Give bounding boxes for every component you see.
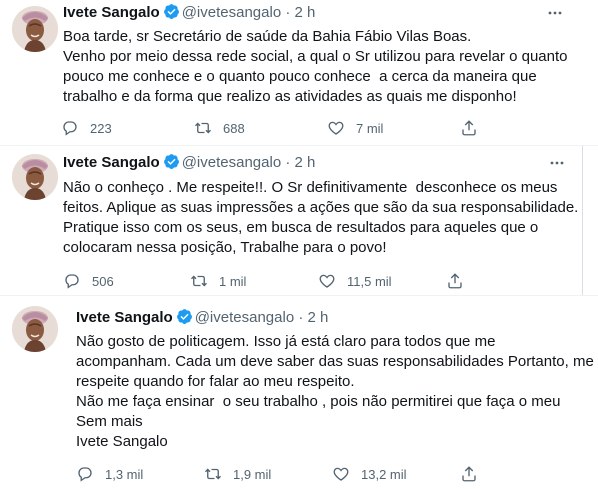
tweet-text-line: acompanham. Cada um deve saber das suas …	[76, 353, 594, 370]
reply-button[interactable]: 1,3 mil	[76, 464, 143, 484]
author-handle[interactable]: @ivetesangalo	[195, 309, 294, 326]
action-bar: 1,3 mil 1,9 mil 13,2 mil	[76, 464, 586, 484]
like-icon	[328, 121, 344, 135]
reply-count: 506	[92, 273, 114, 289]
like-button[interactable]: 7 mil	[327, 118, 383, 138]
reply-count: 1,3 mil	[105, 466, 144, 482]
verified-badge-icon	[163, 4, 179, 19]
avatar-photo	[12, 154, 58, 200]
like-button[interactable]: 11,5 mil	[318, 271, 392, 291]
tweet-text-line: Pratique isso com os seus, em busca de r…	[63, 219, 539, 236]
author-name[interactable]: Ivete Sangalo	[76, 309, 173, 326]
tweet-text-line: Não gosto de politicagem. Isso já está c…	[76, 333, 496, 350]
like-count: 13,2 mil	[361, 466, 407, 482]
share-button[interactable]	[446, 271, 464, 291]
author-name[interactable]: Ivete Sangalo	[63, 4, 160, 21]
tweet-text-line: trabalho e da forma que realizo as ativi…	[63, 88, 517, 105]
tweet-text-line: pouco me conhece e o quanto pouco conhec…	[63, 68, 537, 85]
like-count: 11,5 mil	[347, 273, 392, 289]
avatar[interactable]	[12, 154, 58, 200]
tweet-text-line: Venho por meio dessa rede social, a qual…	[63, 48, 568, 65]
tweet-text: Não gosto de politicagem. Isso já está c…	[76, 332, 594, 452]
author-handle[interactable]: @ivetesangalo	[182, 4, 281, 21]
author-handle[interactable]: @ivetesangalo	[182, 154, 281, 171]
retweet-icon	[205, 468, 221, 480]
tweet-3[interactable]: Ivete Sangalo @ivetesangalo · 2 h Não gos…	[0, 296, 598, 489]
retweet-count: 688	[223, 120, 245, 136]
like-icon	[333, 467, 349, 481]
reply-icon	[65, 274, 79, 289]
like-count: 7 mil	[356, 120, 384, 136]
reply-button[interactable]: 223	[61, 118, 112, 138]
retweet-icon	[195, 122, 211, 134]
retweet-count: 1,9 mil	[233, 466, 272, 482]
tweet-text-line: colocaram nessa posição, Trabalhe para o…	[63, 239, 387, 256]
avatar-photo	[12, 6, 58, 52]
reply-icon	[78, 467, 92, 482]
author-name[interactable]: Ivete Sangalo	[63, 154, 160, 171]
reply-button[interactable]: 506	[63, 271, 114, 291]
tweet-text-line: Ivete Sangalo	[76, 433, 168, 450]
avatar-photo	[12, 306, 58, 352]
retweet-button[interactable]: 1 mil	[190, 271, 246, 291]
separator-dot: ·	[285, 154, 291, 171]
share-button[interactable]	[460, 118, 478, 138]
verified-badge-icon	[176, 309, 192, 324]
retweet-button[interactable]: 688	[194, 118, 245, 138]
verified-badge-icon	[163, 154, 179, 169]
avatar[interactable]	[12, 306, 58, 352]
share-icon	[462, 120, 476, 136]
timestamp[interactable]: 2 h	[295, 154, 316, 171]
timestamp[interactable]: 2 h	[295, 4, 316, 21]
tweet-2-content[interactable]: Ivete Sangalo @ivetesangalo · 2 h Não o c…	[0, 146, 582, 295]
action-bar: 223 688 7 mil	[61, 118, 581, 138]
tweet-1[interactable]: Ivete Sangalo @ivetesangalo · 2 h Boa tar…	[0, 0, 598, 145]
share-button[interactable]	[460, 464, 478, 484]
tweet-text-line: Não o conheço . Me respeite!!. O Sr defi…	[63, 179, 558, 196]
reply-count: 223	[90, 120, 112, 136]
tweet-text: Boa tarde, sr Secretário de saúde da Bah…	[63, 27, 567, 107]
separator-dot: ·	[298, 309, 304, 326]
share-icon	[462, 466, 476, 482]
reply-icon	[63, 121, 77, 136]
tweet-text-line: respeite quando for falar ao meu respeit…	[76, 373, 355, 390]
more-icon[interactable]	[546, 4, 564, 22]
tweet-text-line: Sem mais	[76, 413, 143, 430]
tweet-text-line: Boa tarde, sr Secretário de saúde da Bah…	[63, 28, 472, 45]
retweet-icon	[191, 275, 207, 287]
separator-dot: ·	[285, 4, 291, 21]
like-icon	[319, 274, 335, 288]
share-icon	[448, 273, 462, 289]
tweet-text-line: Não me faça ensinar o seu trabalho , poi…	[76, 393, 561, 410]
like-button[interactable]: 13,2 mil	[332, 464, 407, 484]
timestamp[interactable]: 2 h	[308, 309, 329, 326]
more-icon[interactable]	[548, 154, 566, 172]
retweet-count: 1 mil	[219, 273, 247, 289]
action-bar: 506 1 mil 11,5 mil	[63, 271, 573, 291]
avatar[interactable]	[12, 6, 58, 52]
tweet-text: Não o conheço . Me respeite!!. O Sr defi…	[63, 178, 578, 258]
tweet-text-line: feitos. Aplique as suas impressões a açõ…	[63, 199, 579, 216]
retweet-button[interactable]: 1,9 mil	[204, 464, 271, 484]
